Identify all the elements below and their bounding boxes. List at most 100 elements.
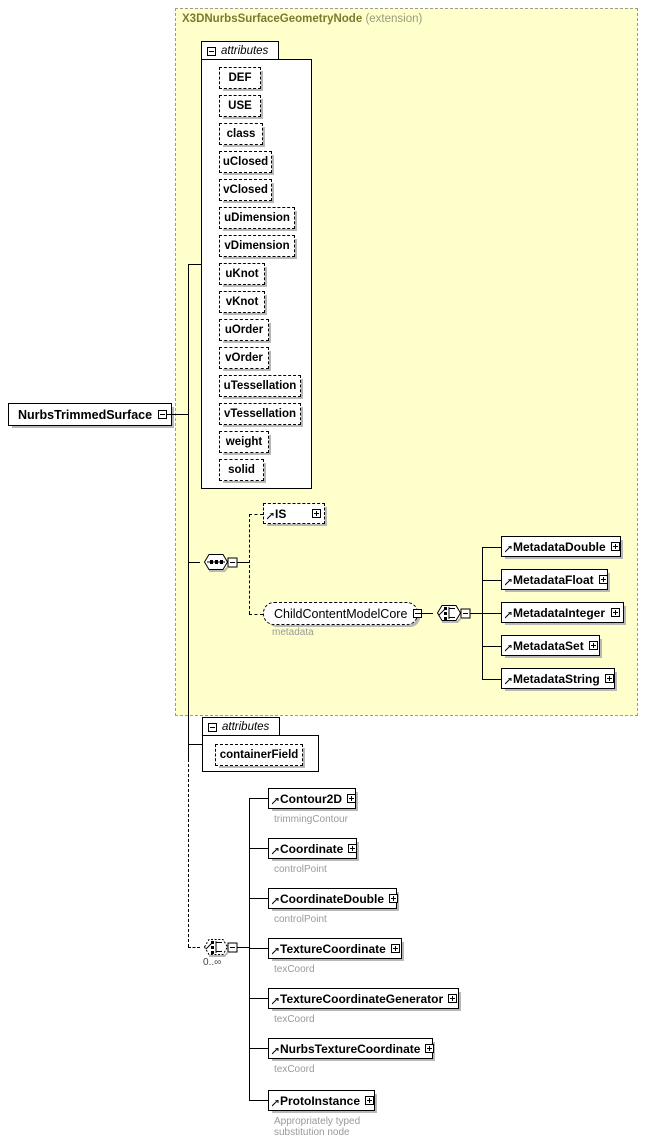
attribute-vdimension[interactable]: vDimension [219, 235, 295, 257]
element-is-expand-icon[interactable] [312, 509, 321, 518]
element-metadatadouble[interactable]: MetadataDouble [501, 536, 621, 557]
sequence-connector[interactable] [200, 550, 238, 574]
element-coordinatedouble[interactable]: CoordinateDouble [268, 888, 398, 909]
element-coordinate-label: Coordinate [280, 841, 344, 856]
sequence-children-dashed-trunk [249, 514, 250, 614]
sequence-branch-line [188, 562, 200, 563]
element-is[interactable]: IS [263, 503, 325, 524]
sequence-output-line [237, 562, 249, 563]
attribute-solid[interactable]: solid [219, 459, 264, 481]
attribute-vknot[interactable]: vKnot [219, 291, 265, 313]
element-is-label: IS [275, 506, 287, 521]
child-branch-7 [249, 1100, 268, 1101]
element-nurbstexturecoordinate-expand-icon[interactable] [425, 1044, 435, 1053]
element-metadataset-expand-icon[interactable] [588, 641, 598, 650]
metadata-branch-5 [482, 679, 501, 680]
element-reference-arrow-icon [505, 579, 512, 586]
child-branch-3 [249, 898, 268, 899]
child-branch-2 [249, 848, 268, 849]
element-metadatainteger[interactable]: MetadataInteger [501, 602, 624, 623]
element-texturecoordinategenerator[interactable]: TextureCoordinateGenerator [268, 988, 459, 1009]
element-reference-arrow-icon [272, 848, 279, 855]
element-contour2d[interactable]: Contour2D [268, 788, 356, 809]
element-coordinate-caption: controlPoint [274, 864, 327, 875]
element-protoinstance[interactable]: ProtoInstance [268, 1090, 375, 1111]
element-texturecoordinate[interactable]: TextureCoordinate [268, 938, 402, 959]
element-metadatastring-expand-icon[interactable] [604, 674, 614, 683]
element-texturecoordinate-label: TextureCoordinate [280, 941, 386, 956]
group-childcontentmodelcore-caption: metadata [272, 627, 314, 638]
attribute-uorder[interactable]: uOrder [219, 319, 269, 341]
element-metadatafloat[interactable]: MetadataFloat [501, 569, 608, 590]
element-metadatadouble-label: MetadataDouble [513, 539, 606, 554]
element-nurbstexturecoordinate-caption: texCoord [274, 1064, 315, 1075]
element-metadatastring-label: MetadataString [513, 671, 600, 686]
element-coordinatedouble-expand-icon[interactable] [389, 894, 398, 903]
children-dashed-branch [188, 947, 200, 948]
main-trunk-line-lower [188, 414, 189, 762]
element-coordinatedouble-caption: controlPoint [274, 914, 327, 925]
element-reference-arrow-icon [505, 612, 512, 619]
element-nurbstexturecoordinate[interactable]: NurbsTextureCoordinate [268, 1038, 435, 1059]
attributes-group-2-label: attributes [222, 721, 270, 733]
attributes-group-2-tab[interactable]: attributes [202, 717, 280, 736]
element-metadatafloat-expand-icon[interactable] [598, 575, 608, 584]
metadata-branch-3 [482, 613, 501, 614]
element-reference-arrow-icon [505, 546, 512, 553]
attribute-class[interactable]: class [219, 123, 263, 145]
root-collapse-toggle-icon[interactable] [158, 410, 168, 419]
choice-connector-children[interactable] [200, 935, 238, 959]
attribute-uclosed[interactable]: uClosed [219, 151, 272, 173]
group-childcontentmodelcore-label: ChildContentModelCore [274, 606, 408, 621]
attributes-group-2-toggle-icon[interactable] [208, 722, 217, 732]
attribute-def[interactable]: DEF [219, 67, 261, 89]
element-protoinstance-expand-icon[interactable] [365, 1096, 375, 1105]
attribute-use[interactable]: USE [219, 95, 261, 117]
choice-connector-metadata[interactable] [433, 601, 471, 625]
element-texturecoordinate-expand-icon[interactable] [390, 944, 400, 953]
attributes-branch-line [188, 264, 201, 265]
element-metadatafloat-label: MetadataFloat [513, 572, 594, 587]
element-reference-arrow-icon [272, 798, 279, 805]
root-connector-line [167, 414, 189, 415]
element-reference-arrow-icon [272, 898, 279, 905]
element-coordinate[interactable]: Coordinate [268, 838, 358, 859]
attribute-vorder[interactable]: vOrder [219, 347, 269, 369]
element-metadatastring[interactable]: MetadataString [501, 668, 615, 689]
child-branch-5 [249, 998, 268, 999]
attribute-containerfield[interactable]: containerField [215, 744, 303, 766]
choice-metadata-output-line [470, 613, 482, 614]
attribute-vtessellation[interactable]: vTessellation [219, 403, 301, 425]
element-metadatainteger-expand-icon[interactable] [611, 608, 620, 617]
attribute-utessellation[interactable]: uTessellation [219, 375, 301, 397]
element-metadataset[interactable]: MetadataSet [501, 635, 600, 656]
attribute-weight[interactable]: weight [219, 431, 269, 453]
element-protoinstance-caption: Appropriately typed substitution node [274, 1116, 361, 1138]
element-metadatadouble-expand-icon[interactable] [610, 542, 620, 551]
attributes-group-1-tab[interactable]: attributes [201, 41, 279, 60]
choice-children-cardinality: 0..∞ [203, 957, 222, 968]
group-childcontentmodelcore[interactable]: ChildContentModelCore [263, 602, 423, 625]
attribute-vclosed[interactable]: vClosed [219, 179, 272, 201]
children-fan-trunk [249, 798, 250, 1100]
element-nurbstexturecoordinate-label: NurbsTextureCoordinate [280, 1041, 421, 1056]
is-dashed-branch [249, 514, 263, 515]
element-reference-arrow-icon [272, 1048, 279, 1055]
element-texturecoordinategenerator-expand-icon[interactable] [448, 994, 458, 1003]
attribute-udimension[interactable]: uDimension [219, 207, 295, 229]
children-choice-output-line [237, 947, 249, 948]
element-coordinate-expand-icon[interactable] [348, 844, 358, 853]
element-reference-arrow-icon [272, 998, 279, 1005]
metadata-branch-2 [482, 580, 501, 581]
root-element-nurbstrimmedsurface[interactable]: NurbsTrimmedSurface [8, 403, 173, 426]
metadata-branch-4 [482, 646, 501, 647]
attributes-group-1-toggle-icon[interactable] [207, 46, 216, 56]
element-contour2d-expand-icon[interactable] [347, 794, 356, 803]
main-trunk-line [188, 264, 189, 415]
group-to-choice-line [418, 613, 433, 614]
attribute-uknot[interactable]: uKnot [219, 263, 265, 285]
child-branch-4 [249, 948, 268, 949]
element-coordinatedouble-label: CoordinateDouble [280, 891, 384, 906]
children-dashed-trunk [188, 744, 189, 947]
element-metadataset-label: MetadataSet [513, 638, 584, 653]
